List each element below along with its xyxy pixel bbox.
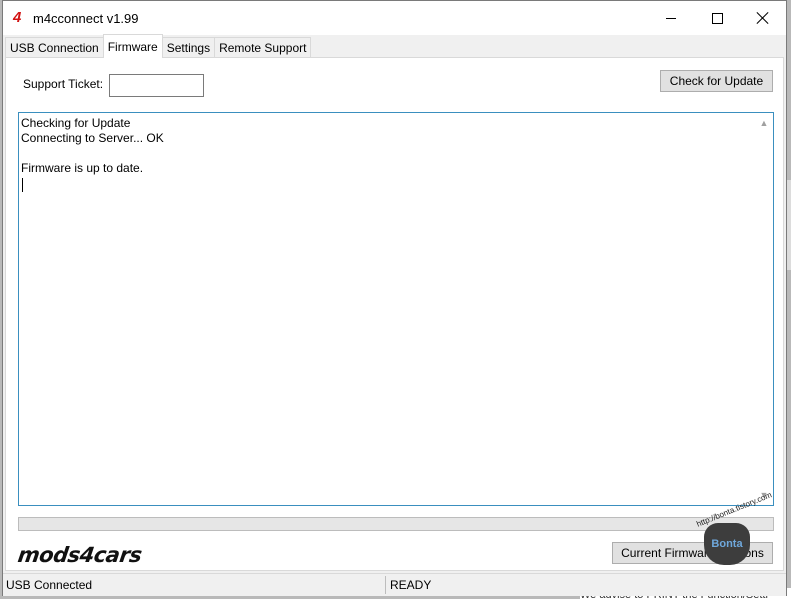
- scroll-up-arrow-icon[interactable]: ▲: [757, 117, 771, 129]
- window-title: m4cconnect v1.99: [33, 11, 139, 26]
- mods4cars-logo: mods4cars: [16, 543, 144, 567]
- tab-firmware[interactable]: Firmware: [102, 34, 163, 58]
- support-ticket-label: Support Ticket:: [23, 77, 104, 91]
- status-divider: [385, 576, 386, 594]
- firmware-panel: Support Ticket: Check for Update Checkin…: [5, 57, 784, 571]
- support-ticket-input[interactable]: [109, 74, 204, 97]
- status-connection: USB Connected: [6, 578, 93, 592]
- tab-settings[interactable]: Settings: [161, 37, 216, 58]
- title-bar[interactable]: 4 m4cconnect v1.99: [3, 1, 786, 35]
- maximize-icon: [711, 12, 723, 24]
- text-caret: [22, 178, 23, 192]
- cat-watermark-icon: Bonta: [704, 523, 750, 565]
- firmware-log-textarea[interactable]: Checking for Update Connecting to Server…: [18, 112, 774, 506]
- app-window: 4 m4cconnect v1.99 USB Connection Firmwa…: [2, 0, 787, 596]
- log-line: Connecting to Server... OK: [21, 131, 164, 145]
- maximize-button[interactable]: [694, 1, 740, 35]
- mods4cars-logo-icon: 4: [13, 9, 22, 26]
- log-line: Firmware is up to date.: [21, 161, 144, 175]
- log-lines: Checking for Update Connecting to Server…: [21, 116, 164, 176]
- minimize-icon: [666, 17, 676, 19]
- check-for-update-button[interactable]: Check for Update: [660, 70, 773, 92]
- status-bar: USB Connected READY: [3, 573, 786, 596]
- minimize-button[interactable]: [648, 1, 694, 35]
- log-line: Checking for Update: [21, 116, 131, 130]
- background-window-edge: [787, 180, 791, 270]
- watermark: http://bonta.tistory.com Bonta: [692, 490, 773, 567]
- close-button[interactable]: [740, 1, 786, 35]
- status-state: READY: [390, 578, 432, 592]
- tab-remote-support[interactable]: Remote Support: [214, 37, 312, 58]
- tab-usb-connection[interactable]: USB Connection: [5, 37, 104, 58]
- watermark-label: Bonta: [711, 538, 743, 550]
- close-icon: [757, 12, 769, 24]
- tab-strip: USB Connection Firmware Settings Remote …: [5, 34, 312, 58]
- firmware-progress-bar: [18, 517, 774, 531]
